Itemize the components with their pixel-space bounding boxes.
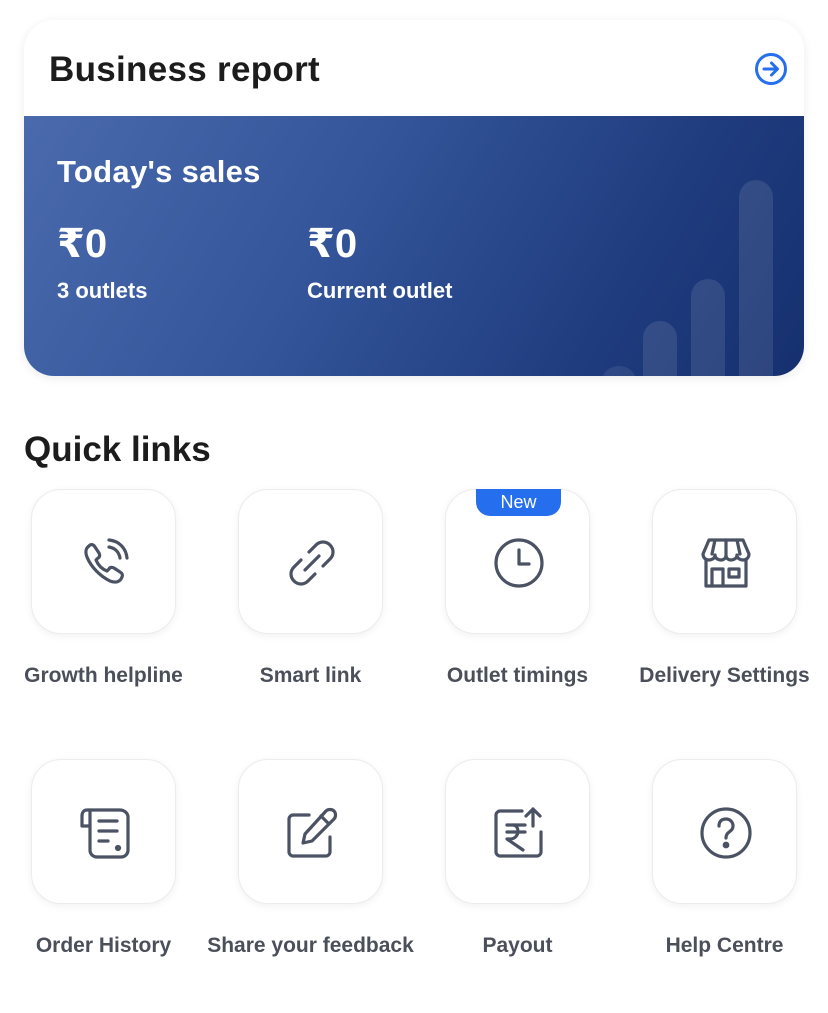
phone-call-icon bbox=[84, 538, 129, 584]
outlet-timings-label[interactable]: Outlet timings bbox=[414, 661, 621, 690]
payout-label[interactable]: Payout bbox=[414, 931, 621, 960]
decorative-bars-graphic bbox=[602, 180, 773, 376]
all-outlets-sales: ₹0 3 outlets bbox=[57, 222, 147, 304]
current-outlet-sales-label: Current outlet bbox=[307, 278, 453, 303]
business-report-header: Business report bbox=[24, 20, 804, 116]
growth-helpline-tile[interactable] bbox=[31, 489, 176, 634]
store-icon bbox=[701, 538, 751, 588]
current-outlet-sales-value: ₹0 bbox=[307, 222, 358, 266]
arrow-right-circle-icon[interactable] bbox=[754, 52, 788, 86]
todays-sales-heading: Today's sales bbox=[57, 154, 261, 189]
receipt-icon bbox=[80, 808, 130, 859]
link-icon bbox=[289, 540, 335, 586]
growth-helpline-label[interactable]: Growth helpline bbox=[0, 661, 207, 690]
payout-tile[interactable] bbox=[445, 759, 590, 904]
edit-icon bbox=[287, 807, 338, 858]
business-report-title: Business report bbox=[49, 50, 320, 89]
share-feedback-tile[interactable] bbox=[238, 759, 383, 904]
smart-link-label[interactable]: Smart link bbox=[207, 661, 414, 690]
current-outlet-sales: ₹0 Current outlet bbox=[307, 222, 452, 304]
smart-link-tile[interactable] bbox=[238, 489, 383, 634]
order-history-label[interactable]: Order History bbox=[0, 931, 207, 960]
delivery-settings-label[interactable]: Delivery Settings bbox=[621, 661, 828, 690]
all-outlets-sales-label: 3 outlets bbox=[57, 278, 148, 303]
new-badge: New bbox=[476, 489, 561, 516]
delivery-settings-tile[interactable] bbox=[652, 489, 797, 634]
business-report-card[interactable]: Business report Today's sales ₹0 3 outle… bbox=[24, 20, 804, 376]
order-history-tile[interactable] bbox=[31, 759, 176, 904]
quick-links-title: Quick links bbox=[24, 430, 211, 469]
rupee-payout-icon bbox=[494, 807, 543, 858]
outlet-timings-tile[interactable]: New bbox=[445, 489, 590, 634]
help-centre-label[interactable]: Help Centre bbox=[621, 931, 828, 960]
all-outlets-sales-value: ₹0 bbox=[57, 222, 108, 266]
help-centre-tile[interactable] bbox=[652, 759, 797, 904]
todays-sales-panel: Today's sales ₹0 3 outlets ₹0 Current ou… bbox=[24, 116, 804, 376]
clock-icon bbox=[494, 538, 544, 588]
share-feedback-label[interactable]: Share your feedback bbox=[207, 931, 414, 960]
help-circle-icon bbox=[700, 807, 752, 859]
